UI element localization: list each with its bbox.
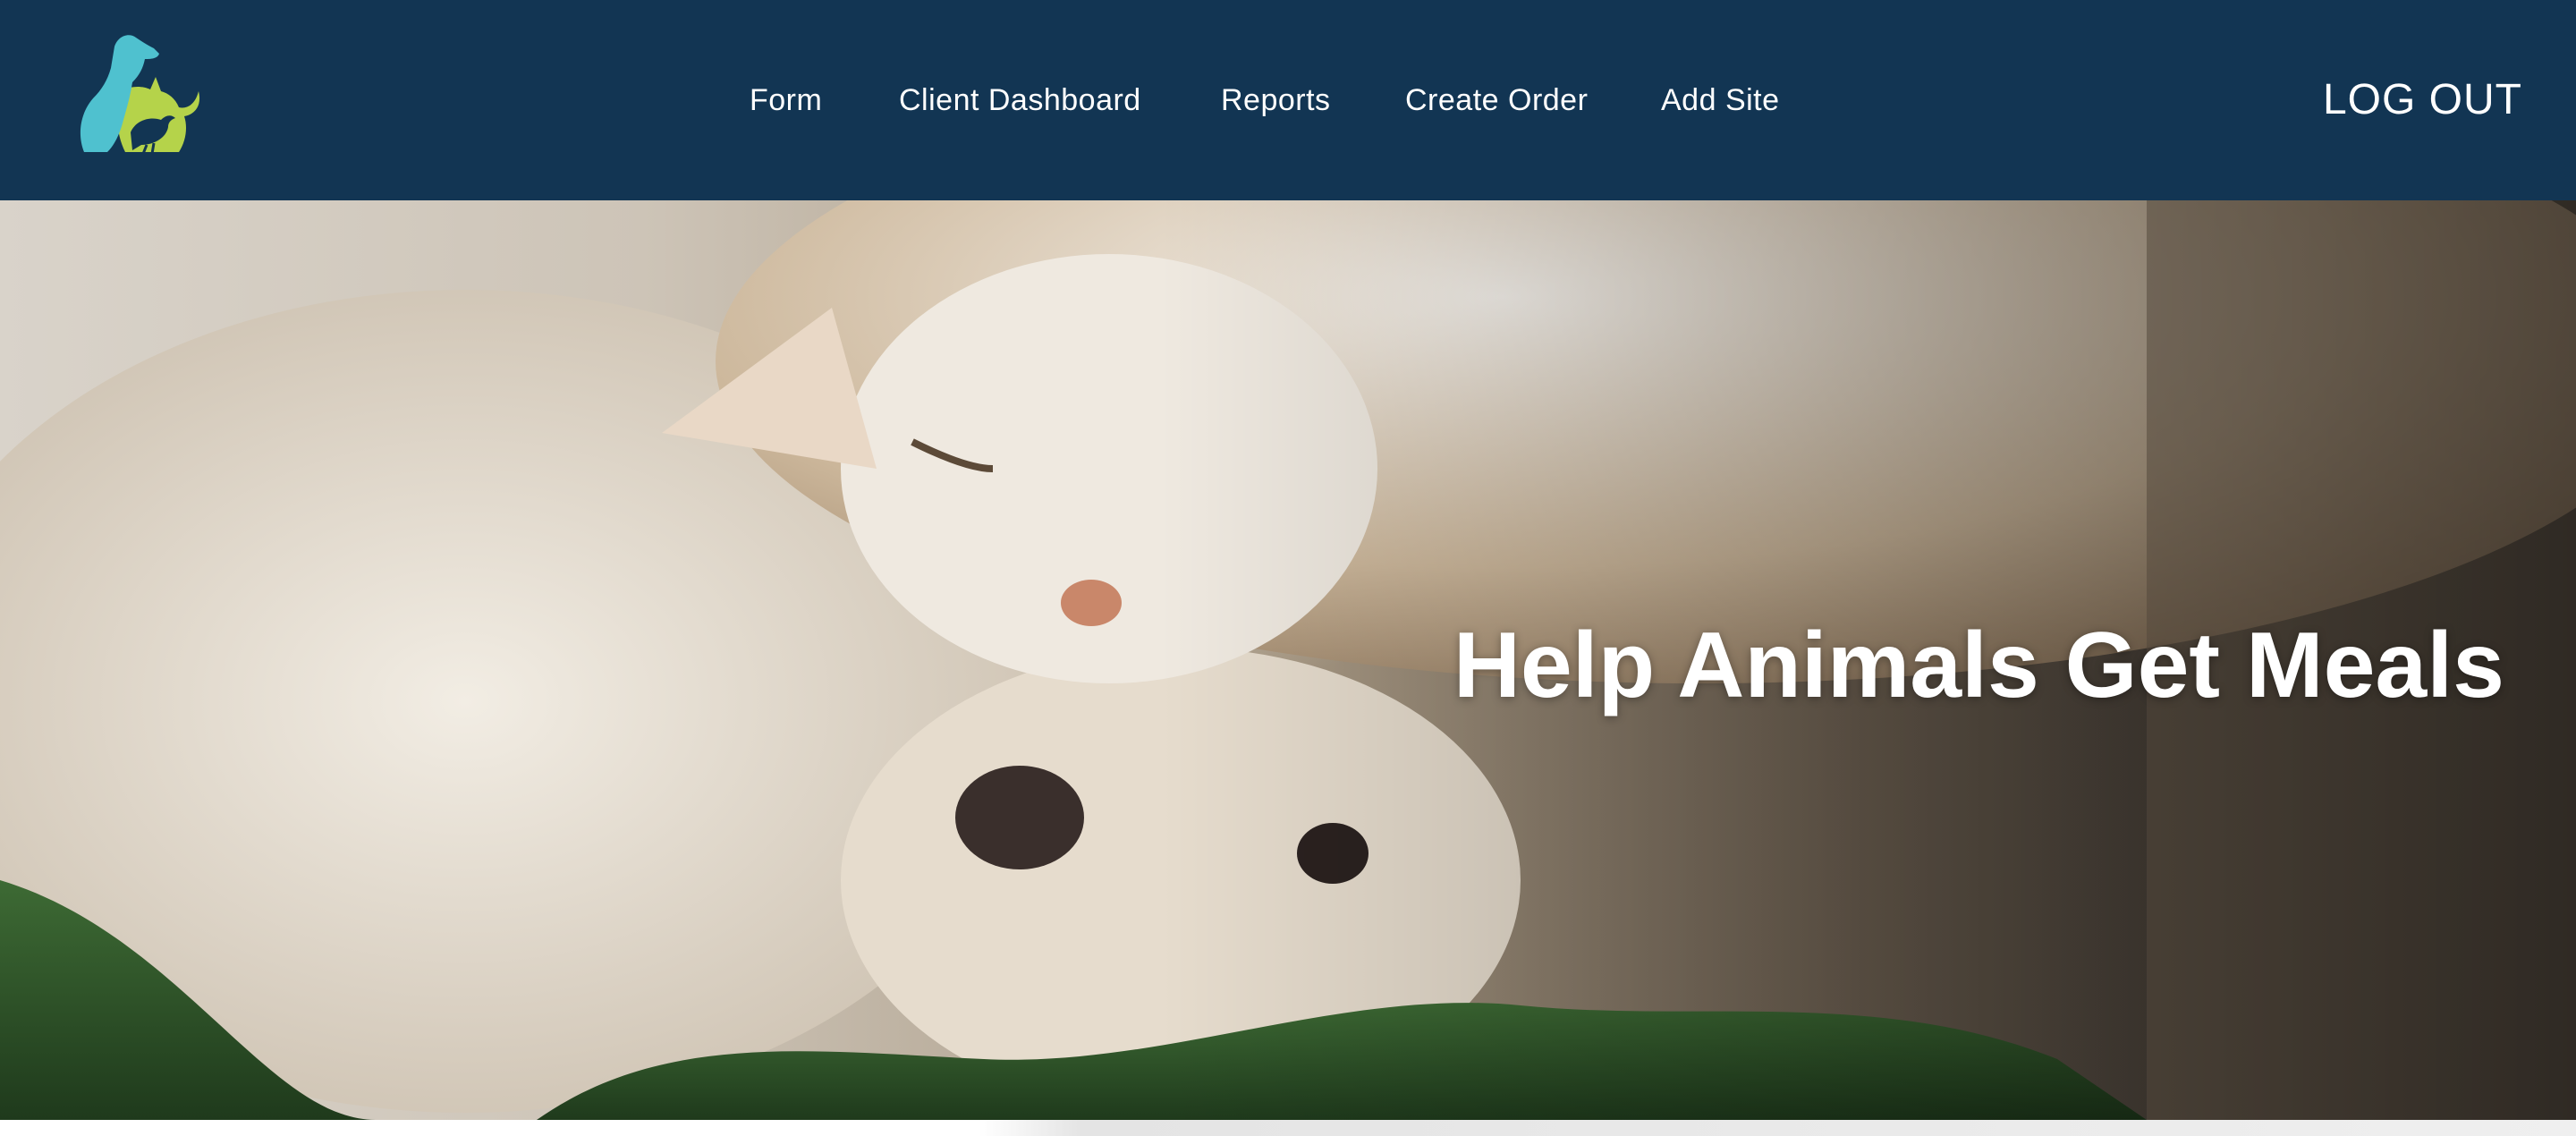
nav-form[interactable]: Form	[750, 79, 822, 122]
nav-client-dashboard[interactable]: Client Dashboard	[899, 79, 1141, 122]
nav-add-site[interactable]: Add Site	[1661, 79, 1780, 122]
primary-nav: Form Client Dashboard Reports Create Ord…	[0, 0, 2576, 200]
section-divider	[0, 1120, 2576, 1136]
nav-create-order[interactable]: Create Order	[1405, 79, 1588, 122]
hero-banner: Help Animals Get Meals	[0, 200, 2576, 1120]
top-navbar: Form Client Dashboard Reports Create Ord…	[0, 0, 2576, 200]
logout-button[interactable]: LOG OUT	[2323, 72, 2522, 129]
nav-reports[interactable]: Reports	[1221, 79, 1331, 122]
hero-title: Help Animals Get Meals	[1453, 614, 2504, 717]
